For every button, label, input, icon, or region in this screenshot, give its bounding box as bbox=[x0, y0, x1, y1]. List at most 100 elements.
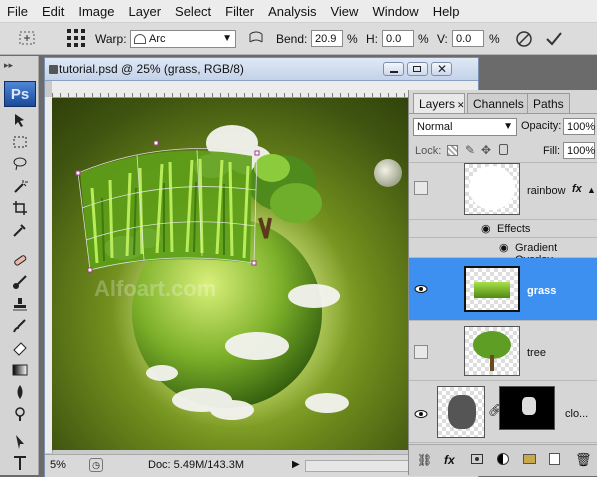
layer-row-tree[interactable]: tree bbox=[409, 321, 597, 381]
lock-all-icon[interactable] bbox=[499, 144, 508, 155]
blend-mode-value: Normal bbox=[417, 121, 453, 133]
add-style-icon[interactable]: fx bbox=[444, 453, 455, 467]
menu-bar: File Edit Image Layer Select Filter Anal… bbox=[0, 0, 597, 23]
lock-pixels-icon[interactable]: ✎ bbox=[465, 143, 475, 157]
add-mask-icon[interactable] bbox=[471, 454, 483, 464]
blur-tool-icon[interactable] bbox=[9, 382, 31, 402]
maximize-button[interactable] bbox=[407, 62, 428, 76]
tab-layers[interactable]: Layers ✕ bbox=[413, 93, 465, 113]
layer-row-grass[interactable]: grass bbox=[409, 258, 597, 321]
move-tool-icon[interactable] bbox=[9, 110, 31, 130]
menu-image[interactable]: Image bbox=[71, 4, 121, 19]
cancel-transform-icon[interactable] bbox=[515, 30, 533, 48]
tab-paths-label: Paths bbox=[533, 97, 564, 111]
panel-collapse-icon[interactable]: ▸▸ bbox=[4, 60, 34, 72]
menu-edit[interactable]: Edit bbox=[35, 4, 71, 19]
arc-icon bbox=[134, 34, 146, 45]
layer-name-tree: tree bbox=[527, 347, 546, 359]
menu-analysis[interactable]: Analysis bbox=[261, 4, 323, 19]
warp-style-select[interactable]: Arc ▼ bbox=[130, 30, 236, 48]
adjustment-layer-icon[interactable] bbox=[497, 453, 509, 465]
menu-select[interactable]: Select bbox=[168, 4, 218, 19]
visibility-toggle-eye-icon[interactable] bbox=[414, 282, 428, 296]
h-label: H: bbox=[366, 32, 378, 46]
bend-unit: % bbox=[347, 32, 358, 46]
layer-thumbnail bbox=[437, 386, 485, 438]
horizontal-scrollbar[interactable] bbox=[305, 460, 425, 472]
bend-input[interactable]: 20.9 bbox=[311, 30, 343, 47]
tab-channels-label: Channels bbox=[473, 97, 524, 111]
document-title: tutorial.psd @ 25% (grass, RGB/8) bbox=[59, 62, 244, 76]
healing-brush-tool-icon[interactable] bbox=[9, 250, 31, 270]
warp-style-value: Arc bbox=[149, 33, 166, 45]
document-title-bar[interactable]: tutorial.psd @ 25% (grass, RGB/8) ✕ bbox=[45, 58, 478, 81]
type-tool-icon[interactable] bbox=[9, 453, 31, 473]
options-bar: Warp: Arc ▼ Bend: 20.9 % H: 0.0 % V: 0.0… bbox=[0, 23, 597, 55]
dodge-tool-icon[interactable] bbox=[9, 404, 31, 424]
effects-eye-icon[interactable]: ◉ bbox=[481, 222, 491, 235]
layer-effects-row[interactable]: ◉ Effects bbox=[409, 220, 597, 238]
link-layers-icon[interactable]: ⛓︎ bbox=[417, 453, 432, 467]
layer-row-rainbow[interactable]: rainbow fx ▲ bbox=[409, 162, 597, 220]
canvas[interactable]: Alfoart.com bbox=[52, 98, 409, 450]
trash-icon[interactable]: 🗑︎ bbox=[575, 452, 592, 468]
h-input[interactable]: 0.0 bbox=[382, 30, 414, 47]
layer-row-clouds[interactable]: 🔗︎ clo... bbox=[409, 381, 597, 443]
visibility-toggle[interactable] bbox=[414, 345, 428, 359]
status-arrow-icon[interactable]: ▶ bbox=[292, 459, 300, 470]
layers-footer: ⛓︎ fx 🗑︎ bbox=[409, 444, 597, 476]
gradient-overlay-row[interactable]: ◉ Gradient Overlay bbox=[409, 238, 597, 266]
menu-filter[interactable]: Filter bbox=[218, 4, 261, 19]
brush-tool-icon[interactable] bbox=[9, 272, 31, 292]
close-button[interactable]: ✕ bbox=[431, 62, 452, 76]
lock-position-icon[interactable]: ✥ bbox=[481, 143, 491, 157]
menu-help[interactable]: Help bbox=[426, 4, 467, 19]
reference-point-icon[interactable] bbox=[66, 28, 86, 48]
tab-channels[interactable]: Channels bbox=[467, 93, 530, 113]
tool-preset-icon[interactable] bbox=[18, 30, 36, 46]
new-layer-icon[interactable] bbox=[549, 453, 560, 465]
menu-view[interactable]: View bbox=[323, 4, 365, 19]
history-brush-tool-icon[interactable] bbox=[9, 316, 31, 336]
path-selection-tool-icon[interactable] bbox=[9, 432, 31, 452]
new-group-icon[interactable] bbox=[523, 454, 536, 464]
eyedropper-tool-icon[interactable] bbox=[9, 220, 31, 240]
document-tab-icon bbox=[49, 65, 58, 74]
commit-transform-icon[interactable] bbox=[545, 30, 563, 48]
fill-input[interactable]: 100% bbox=[563, 142, 595, 159]
fill-label: Fill: bbox=[543, 145, 561, 157]
lock-transparent-icon[interactable] bbox=[447, 145, 458, 156]
gradient-tool-icon[interactable] bbox=[9, 360, 31, 380]
magic-wand-tool-icon[interactable] bbox=[9, 176, 31, 196]
menu-window[interactable]: Window bbox=[365, 4, 425, 19]
chevron-up-icon[interactable]: ▲ bbox=[587, 185, 596, 195]
chevron-down-icon: ▼ bbox=[222, 33, 232, 44]
marquee-tool-icon[interactable] bbox=[9, 132, 31, 152]
minimize-button[interactable] bbox=[383, 62, 404, 76]
watermark-text: Alfoart.com bbox=[94, 276, 217, 301]
tab-paths[interactable]: Paths bbox=[527, 93, 570, 113]
effects-label: Effects bbox=[497, 223, 531, 235]
layer-mask-thumbnail bbox=[499, 386, 555, 430]
blend-mode-select[interactable]: Normal ▼ bbox=[413, 118, 517, 136]
eraser-tool-icon[interactable] bbox=[9, 338, 31, 358]
status-menu-icon[interactable]: ◷ bbox=[89, 458, 103, 472]
fx-badge: fx bbox=[572, 183, 582, 195]
warp-orientation-icon[interactable] bbox=[247, 30, 265, 46]
crop-tool-icon[interactable] bbox=[9, 198, 31, 218]
layer-name-rainbow: rainbow bbox=[527, 185, 566, 197]
visibility-toggle-eye-icon[interactable] bbox=[414, 407, 428, 421]
visibility-toggle[interactable] bbox=[414, 181, 428, 195]
menu-file[interactable]: File bbox=[0, 4, 35, 19]
gradient-overlay-eye-icon[interactable]: ◉ bbox=[499, 241, 509, 254]
clone-stamp-tool-icon[interactable] bbox=[9, 294, 31, 314]
lasso-tool-icon[interactable] bbox=[9, 154, 31, 174]
v-input[interactable]: 0.0 bbox=[452, 30, 484, 47]
menu-layer[interactable]: Layer bbox=[122, 4, 169, 19]
zoom-field[interactable]: 5% bbox=[47, 457, 79, 474]
layer-thumbnail bbox=[464, 266, 520, 312]
layer-name-clouds: clo... bbox=[565, 408, 589, 420]
bend-label: Bend: bbox=[276, 32, 308, 46]
opacity-input[interactable]: 100% bbox=[563, 118, 595, 135]
close-tab-icon[interactable]: ✕ bbox=[457, 100, 465, 110]
